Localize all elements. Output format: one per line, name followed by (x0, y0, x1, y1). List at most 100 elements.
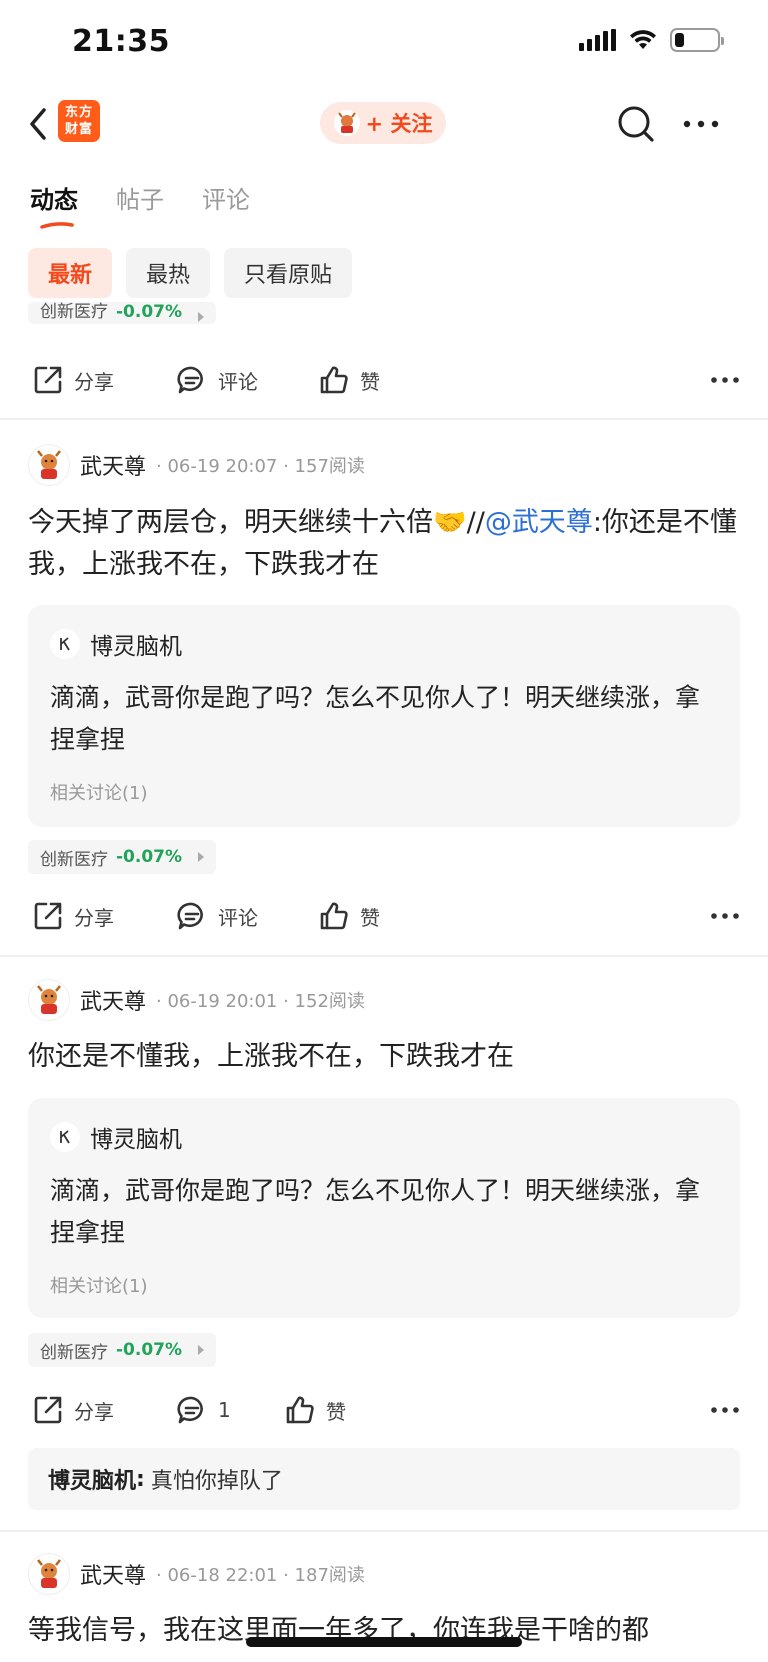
author-name[interactable]: 武天尊 (80, 984, 146, 1016)
sort-filters: 最新 最热 只看原贴 (28, 248, 353, 298)
post-action-bar: 分享 评论 赞 (28, 896, 740, 936)
like-button[interactable]: 赞 (318, 364, 380, 396)
reply-text: 真怕你掉队了 (150, 1469, 283, 1494)
reply-colon: : (136, 1466, 145, 1492)
comment-count: 1 (218, 1398, 231, 1422)
post-content[interactable]: 今天掉了两层仓，明天继续十六倍🤝//@武天尊:你还是不懂我，上涨我不在，下跌我才… (28, 502, 740, 586)
thumbs-up-icon (320, 902, 348, 930)
thumbs-up-icon (286, 1396, 314, 1424)
stock-tag[interactable]: 创新医疗 -0.07% (28, 302, 217, 324)
tab-comments[interactable]: 评论 (202, 180, 250, 229)
tab-comments-label: 评论 (202, 186, 250, 214)
back-icon[interactable] (24, 104, 54, 144)
quoted-post[interactable]: 博灵脑机 滴滴，武哥你是跑了吗？怎么不见你人了！明天继续涨，拿捏拿捏 相关讨论(… (28, 1098, 740, 1318)
post-header: 武天尊 · 06-18 22:01 · 187阅读 (28, 1552, 365, 1596)
user-avatar-icon (333, 110, 360, 136)
tab-dynamic-label: 动态 (30, 186, 78, 214)
quoted-text: 滴滴，武哥你是跑了吗？怎么不见你人了！明天继续涨，拿捏拿捏 (50, 1176, 701, 1247)
stock-name: 创新医疗 (40, 1342, 108, 1363)
more-options-icon[interactable] (682, 114, 720, 134)
home-indicator[interactable] (246, 1637, 522, 1647)
filter-hottest[interactable]: 最热 (126, 248, 211, 298)
quoted-post[interactable]: 博灵脑机 滴滴，武哥你是跑了吗？怎么不见你人了！明天继续涨，拿捏拿捏 相关讨论(… (28, 605, 740, 827)
stock-name: 创新医疗 (40, 302, 108, 322)
post-content[interactable]: 你还是不懂我，上涨我不在，下跌我才在 (28, 1036, 740, 1078)
tag-arrow-icon (198, 852, 205, 862)
tab-dynamic[interactable]: 动态 (30, 180, 78, 229)
post-header: 武天尊 · 06-19 20:07 · 157阅读 (28, 443, 365, 487)
post-meta: · 06-19 20:07 · 157阅读 (156, 456, 365, 477)
quoted-author[interactable]: 博灵脑机 (90, 1120, 182, 1154)
quoted-post-header: 博灵脑机 (50, 1120, 182, 1154)
share-button[interactable]: 分享 (32, 900, 114, 932)
quoted-author[interactable]: 博灵脑机 (90, 627, 182, 661)
comment-button[interactable]: 评论 (176, 364, 258, 396)
follow-label: + 关注 (365, 112, 433, 136)
like-label: 赞 (326, 1399, 346, 1424)
search-icon[interactable] (616, 104, 656, 144)
status-time: 21:35 (72, 24, 170, 59)
more-icon[interactable] (710, 906, 740, 926)
like-button[interactable]: 赞 (284, 1394, 346, 1426)
profile-tabs: 动态 帖子 评论 (30, 180, 250, 229)
post-text: 今天掉了两层仓，明天继续十六倍🤝// (28, 507, 485, 538)
author-name[interactable]: 武天尊 (80, 449, 146, 481)
share-label: 分享 (74, 905, 114, 930)
stock-tag[interactable]: 创新医疗 -0.07% (28, 840, 217, 874)
tab-active-indicator (40, 222, 74, 229)
reply-author[interactable]: 博灵脑机 (48, 1463, 136, 1495)
comment-label: 评论 (218, 905, 258, 930)
quoted-text: 滴滴，武哥你是跑了吗？怎么不见你人了！明天继续涨，拿捏拿捏 (50, 683, 701, 754)
post-meta: · 06-19 20:01 · 152阅读 (156, 991, 365, 1012)
reply-preview[interactable]: 博灵脑机 : 真怕你掉队了 (28, 1448, 740, 1510)
like-label: 赞 (360, 905, 380, 930)
post-divider (0, 418, 768, 420)
cellular-signal-icon (579, 29, 616, 51)
comment-button[interactable]: 1 (176, 1394, 231, 1426)
post-divider (0, 955, 768, 957)
author-name[interactable]: 武天尊 (80, 1558, 146, 1590)
post-content[interactable]: 等我信号，我在这里面一年多了，你连我是干啥的都 (28, 1610, 740, 1662)
post-reads: 187阅读 (294, 1565, 365, 1586)
comment-button[interactable]: 评论 (176, 900, 258, 932)
mention-link[interactable]: @武天尊 (485, 507, 593, 538)
author-avatar[interactable] (28, 1553, 70, 1595)
related-discussion-link[interactable]: 相关讨论(1) (50, 1272, 148, 1298)
author-avatar[interactable] (28, 444, 70, 486)
post-time: 06-19 20:07 (167, 456, 278, 477)
author-avatar[interactable] (28, 979, 70, 1021)
follow-button[interactable]: + 关注 (320, 102, 446, 144)
comment-icon (177, 366, 203, 394)
related-discussion-link[interactable]: 相关讨论(1) (50, 779, 148, 805)
status-icons (579, 28, 724, 52)
tab-posts-label: 帖子 (116, 186, 164, 214)
post-time: 06-18 22:01 (167, 1565, 278, 1586)
share-label: 分享 (74, 369, 114, 394)
stock-change: -0.07% (116, 1340, 183, 1360)
more-icon[interactable] (710, 370, 740, 390)
like-label: 赞 (360, 369, 380, 394)
quoted-post-header: 博灵脑机 (50, 627, 182, 661)
logo-text-line2: 财富 (64, 122, 93, 137)
filter-latest[interactable]: 最新 (28, 248, 113, 298)
tag-arrow-icon (198, 312, 205, 322)
tag-arrow-icon (198, 1345, 205, 1355)
stock-tag[interactable]: 创新医疗 -0.07% (28, 1333, 217, 1367)
stock-change: -0.07% (116, 302, 183, 322)
stock-name: 创新医疗 (40, 849, 108, 870)
filter-original-only[interactable]: 只看原贴 (224, 248, 353, 298)
post-time: 06-19 20:01 (167, 991, 278, 1012)
post-reads: 152阅读 (294, 991, 365, 1012)
post-header: 武天尊 · 06-19 20:01 · 152阅读 (28, 978, 365, 1022)
share-button[interactable]: 分享 (32, 364, 114, 396)
like-button[interactable]: 赞 (318, 900, 380, 932)
wifi-icon (630, 30, 656, 49)
post-action-bar: 分享 评论 赞 (28, 360, 740, 400)
quoted-author-logo (50, 629, 80, 659)
share-button[interactable]: 分享 (32, 1394, 114, 1426)
post-action-bar: 分享 1 赞 (28, 1390, 740, 1430)
tab-posts[interactable]: 帖子 (116, 180, 164, 229)
more-icon[interactable] (710, 1400, 740, 1420)
share-icon (34, 902, 62, 930)
comment-icon (177, 902, 203, 930)
